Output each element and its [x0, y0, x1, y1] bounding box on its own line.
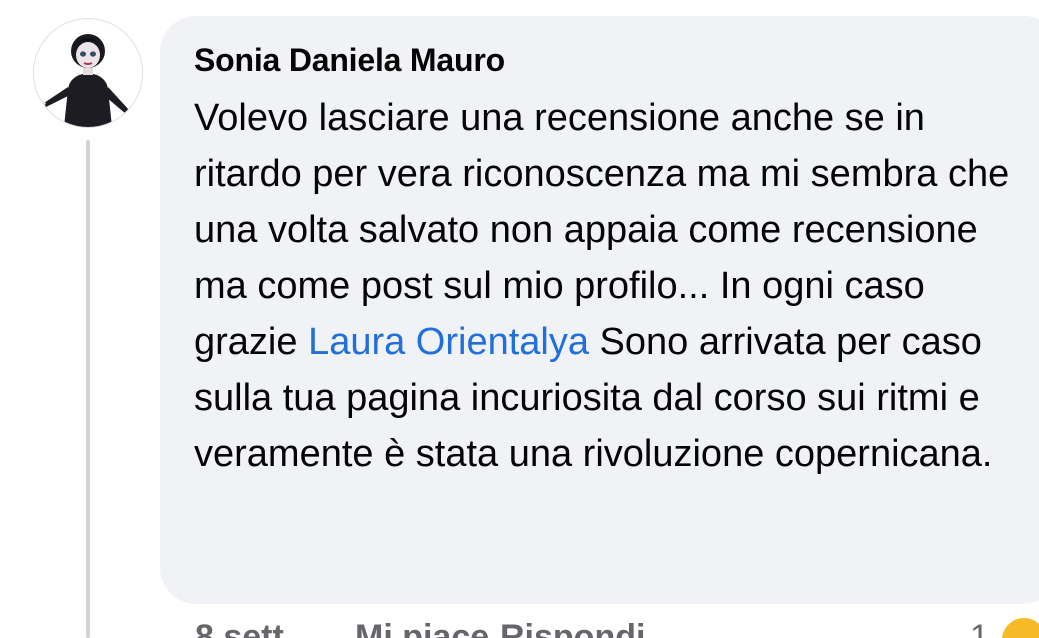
profile-avatar-icon: [34, 19, 142, 127]
comment-author[interactable]: Sonia Daniela Mauro: [194, 40, 1020, 80]
comment-bubble: Sonia Daniela Mauro Volevo lasciare una …: [160, 16, 1039, 604]
mention-link[interactable]: Laura Orientalya: [308, 321, 589, 363]
avatar[interactable]: [33, 18, 143, 128]
reaction-count[interactable]: 1: [970, 618, 989, 638]
thread-line: [86, 140, 90, 638]
like-button[interactable]: Mi piace: [355, 618, 489, 638]
reply-button[interactable]: Rispondi: [500, 618, 645, 638]
comment-actions: 8 sett. Mi piace Rispondi: [195, 618, 1039, 638]
comment-text: Volevo lasciare una recensione anche se …: [194, 90, 1024, 482]
comment-timestamp[interactable]: 8 sett.: [195, 618, 293, 638]
